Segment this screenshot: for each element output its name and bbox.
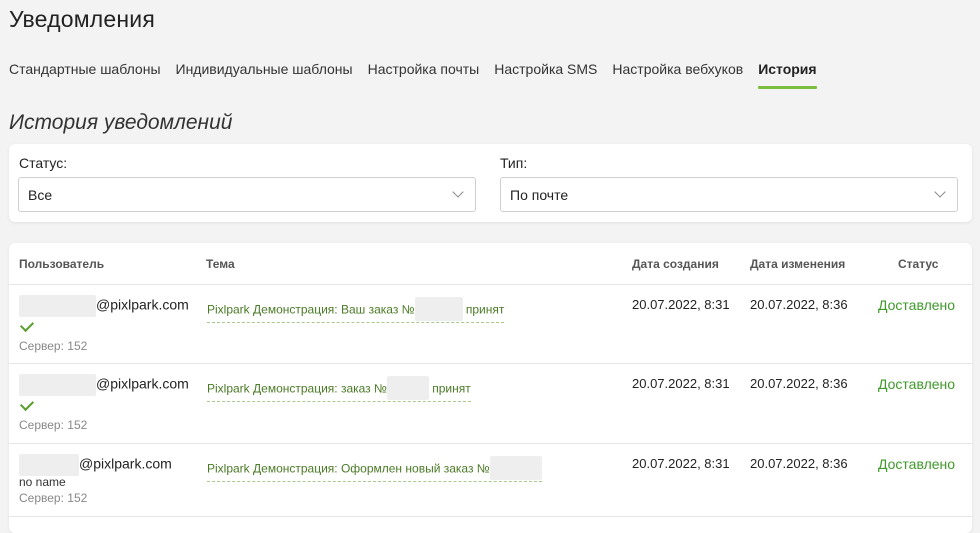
user-email: @pixlpark.com xyxy=(19,295,189,317)
subject-link[interactable]: Pixlpark Демонстрация: Ваш заказ № приня… xyxy=(207,297,505,323)
check-icon xyxy=(19,317,35,333)
status-select[interactable]: Все xyxy=(18,177,476,212)
history-table: Пользователь Тема Дата создания Дата изм… xyxy=(9,243,972,533)
redacted-block xyxy=(489,456,542,480)
tab-individual-templates[interactable]: Индивидуальные шаблоны xyxy=(176,60,353,89)
created-date: 20.07.2022, 8:31 xyxy=(632,376,730,391)
subject-prefix: Pixlpark Демонстрация: заказ № xyxy=(207,381,387,396)
table-row: @pixlpark.com Сервер: 152 Pixlpark Демон… xyxy=(9,285,972,363)
col-created-header: Дата создания xyxy=(632,257,719,271)
status-badge: Доставлено xyxy=(878,297,956,313)
modified-date: 20.07.2022, 8:36 xyxy=(750,456,848,471)
redacted-block xyxy=(386,376,429,400)
type-select[interactable]: По почте xyxy=(500,177,958,212)
redacted-block xyxy=(19,374,96,396)
check-icon xyxy=(19,396,35,412)
chevron-down-icon xyxy=(934,186,946,198)
subject-prefix: Pixlpark Демонстрация: Ваш заказ № xyxy=(207,302,415,317)
type-filter-label: Тип: xyxy=(500,155,528,171)
modified-date: 20.07.2022, 8:36 xyxy=(750,297,848,312)
col-modified-header: Дата изменения xyxy=(750,257,846,271)
tab-mail-settings[interactable]: Настройка почты xyxy=(368,60,480,89)
section-title: История уведомлений xyxy=(9,111,233,134)
chevron-down-icon xyxy=(452,186,464,198)
page-title: Уведомления xyxy=(9,6,156,32)
user-email: @pixlpark.com xyxy=(19,374,189,396)
table-row: @pixlpark.com Сервер: 152 Pixlpark Демон… xyxy=(9,364,972,443)
subject-link[interactable]: Pixlpark Демонстрация: заказ № принят xyxy=(207,376,471,402)
redacted-block xyxy=(19,454,79,476)
col-subject-header: Тема xyxy=(206,257,235,271)
tab-sms-settings[interactable]: Настройка SMS xyxy=(494,60,597,89)
redacted-block xyxy=(414,297,463,321)
subject-link[interactable]: Pixlpark Демонстрация: Оформлен новый за… xyxy=(207,456,542,482)
col-status-header: Статус xyxy=(898,257,939,271)
subject-suffix: принят xyxy=(465,302,505,317)
status-badge: Доставлено xyxy=(878,376,956,392)
email-domain: @pixlpark.com xyxy=(96,296,189,313)
type-select-value: По почте xyxy=(510,187,569,203)
table-row: @pixlpark.com no name Сервер: 152 Pixlpa… xyxy=(9,444,972,516)
subject-suffix: принят xyxy=(432,381,471,396)
filter-panel: Статус: Все Тип: По почте xyxy=(9,144,972,222)
user-name: no name xyxy=(19,475,66,489)
created-date: 20.07.2022, 8:31 xyxy=(632,297,730,312)
tabs-bar: Стандартные шаблоны Индивидуальные шабло… xyxy=(9,60,832,90)
server-label: Сервер: 152 xyxy=(19,339,88,353)
tab-standard-templates[interactable]: Стандартные шаблоны xyxy=(9,60,161,89)
subject-prefix: Pixlpark Демонстрация: Оформлен новый за… xyxy=(207,461,490,476)
created-date: 20.07.2022, 8:31 xyxy=(632,456,730,471)
server-label: Сервер: 152 xyxy=(19,418,88,432)
status-filter-label: Статус: xyxy=(19,155,68,171)
redacted-block xyxy=(19,295,96,317)
status-select-value: Все xyxy=(28,187,53,203)
email-domain: @pixlpark.com xyxy=(79,455,172,472)
status-badge: Доставлено xyxy=(878,456,956,472)
tab-history[interactable]: История xyxy=(758,60,818,89)
tab-webhook-settings[interactable]: Настройка вебхуков xyxy=(612,60,743,89)
server-label: Сервер: 152 xyxy=(19,491,88,505)
user-email: @pixlpark.com xyxy=(19,454,172,476)
email-domain: @pixlpark.com xyxy=(96,375,189,392)
modified-date: 20.07.2022, 8:36 xyxy=(750,376,848,391)
col-user-header: Пользователь xyxy=(19,257,105,271)
divider xyxy=(9,516,972,517)
